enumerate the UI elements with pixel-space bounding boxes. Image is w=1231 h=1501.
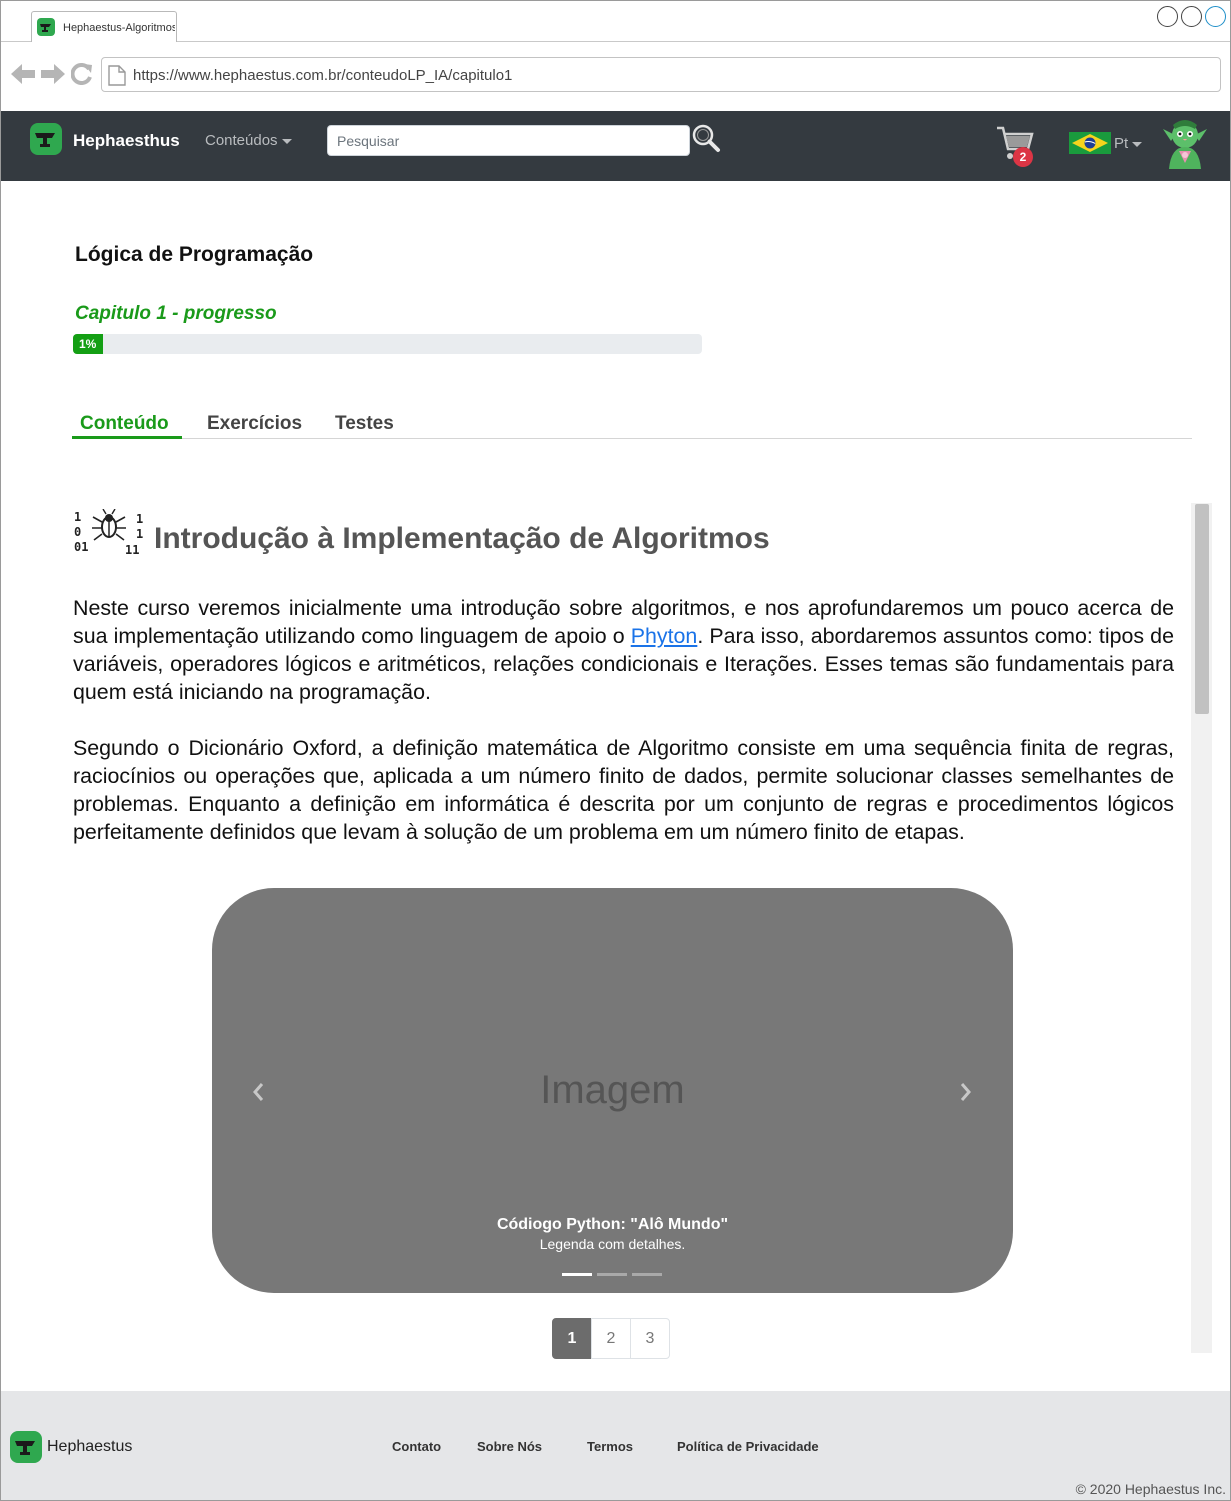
search-input[interactable]: [327, 125, 690, 156]
anvil-logo-icon: [10, 1431, 42, 1463]
carousel-indicator-3[interactable]: [632, 1273, 662, 1276]
scrollbar-thumb[interactable]: [1195, 504, 1209, 714]
anvil-logo-icon[interactable]: [30, 123, 62, 155]
page-3-button[interactable]: 3: [630, 1318, 670, 1359]
pagination: 1 2 3: [552, 1318, 670, 1359]
binary-bug-icon: 1 0 01 1 1 11: [74, 509, 143, 557]
page-1-button[interactable]: 1: [552, 1318, 592, 1359]
back-arrow-icon[interactable]: [11, 63, 35, 85]
language-label: Pt: [1114, 135, 1129, 152]
brazil-flag-icon[interactable]: [1069, 132, 1111, 154]
definition-paragraph: Segundo o Dicionário Oxford, a definição…: [73, 736, 1174, 844]
favicon-anvil-icon: [37, 18, 55, 36]
footer-link-contato[interactable]: Contato: [392, 1439, 441, 1454]
reload-icon[interactable]: [71, 63, 93, 85]
intro-paragraph: Neste curso veremos inicialmente uma int…: [73, 594, 1174, 706]
svg-text:01: 01: [74, 540, 88, 554]
svg-text:0: 0: [74, 525, 81, 539]
browser-window: Hephaestus-Algoritmos https://www.hephae…: [0, 0, 1231, 1501]
carousel-indicators: [562, 1273, 662, 1276]
carousel-indicator-2[interactable]: [597, 1273, 627, 1276]
chevron-left-icon[interactable]: [250, 1080, 266, 1104]
footer-brand: Hephaestus: [47, 1438, 133, 1455]
python-link[interactable]: Phyton: [631, 624, 698, 648]
browser-toolbar: https://www.hephaestus.com.br/conteudoLP…: [1, 42, 1230, 111]
svg-text:1: 1: [136, 527, 143, 541]
maximize-button[interactable]: [1181, 6, 1202, 27]
goblin-avatar-icon[interactable]: [1161, 117, 1209, 169]
chevron-right-icon[interactable]: [958, 1080, 974, 1104]
tab-conteudo[interactable]: Conteúdo: [80, 413, 169, 435]
forward-arrow-icon[interactable]: [41, 63, 65, 85]
svg-text:1: 1: [74, 510, 81, 524]
minimize-button[interactable]: [1157, 6, 1178, 27]
section-title: Introdução à Implementação de Algoritmos: [154, 522, 770, 555]
carousel-indicator-1[interactable]: [562, 1273, 592, 1276]
caret-down-icon: [281, 138, 292, 144]
site-navbar: Hephaesthus Conteúdos 2 Pt: [1, 111, 1230, 181]
url-text: https://www.hephaestus.com.br/conteudoLP…: [133, 67, 513, 84]
contents-dropdown-label: Conteúdos: [205, 132, 278, 149]
browser-tab[interactable]: Hephaestus-Algoritmos: [31, 11, 177, 42]
tab-title: Hephaestus-Algoritmos: [63, 22, 175, 34]
site-footer: Hephaestus Contato Sobre Nós Termos Polí…: [1, 1391, 1230, 1500]
footer-link-privacidade[interactable]: Política de Privacidade: [677, 1439, 819, 1454]
content-tabs: Conteúdo Exercícios Testes: [72, 405, 1192, 439]
page-2-button[interactable]: 2: [591, 1318, 631, 1359]
carousel-caption-title: Códiogo Python: "Alô Mundo": [496, 1216, 729, 1233]
course-title: Lógica de Programação: [75, 243, 314, 266]
svg-text:1: 1: [136, 512, 143, 526]
progress-fill: 1%: [73, 334, 103, 354]
cart-count-badge: 2: [1013, 147, 1033, 167]
progress-bar: 1%: [73, 334, 702, 354]
window-controls: [1157, 6, 1226, 27]
svg-text:11: 11: [125, 543, 139, 557]
progress-label: Capitulo 1 - progresso: [75, 303, 277, 324]
image-carousel: Imagem Códiogo Python: "Alô Mundo" Legen…: [212, 888, 1013, 1293]
copyright: © 2020 Hephaestus Inc.: [1075, 1481, 1226, 1497]
browser-tabbar: Hephaestus-Algoritmos: [1, 1, 1230, 42]
tab-testes[interactable]: Testes: [335, 413, 394, 435]
magnifier-icon[interactable]: [691, 123, 721, 155]
footer-link-sobre[interactable]: Sobre Nós: [477, 1439, 542, 1454]
tab-exercicios[interactable]: Exercícios: [207, 413, 302, 435]
browser-nav-buttons: [11, 63, 93, 85]
carousel-image-placeholder: Imagem: [540, 1068, 685, 1112]
close-button[interactable]: [1205, 6, 1226, 27]
address-bar[interactable]: https://www.hephaestus.com.br/conteudoLP…: [101, 57, 1221, 92]
caret-down-icon: [1132, 141, 1143, 147]
brand-name[interactable]: Hephaesthus: [73, 131, 180, 151]
footer-link-termos[interactable]: Termos: [587, 1439, 633, 1454]
language-dropdown[interactable]: Pt: [1114, 135, 1143, 152]
carousel-caption-text: Legenda com detalhes.: [539, 1236, 686, 1252]
page-icon: [108, 65, 126, 86]
contents-dropdown[interactable]: Conteúdos: [205, 132, 292, 149]
active-tab-underline: [72, 436, 182, 439]
